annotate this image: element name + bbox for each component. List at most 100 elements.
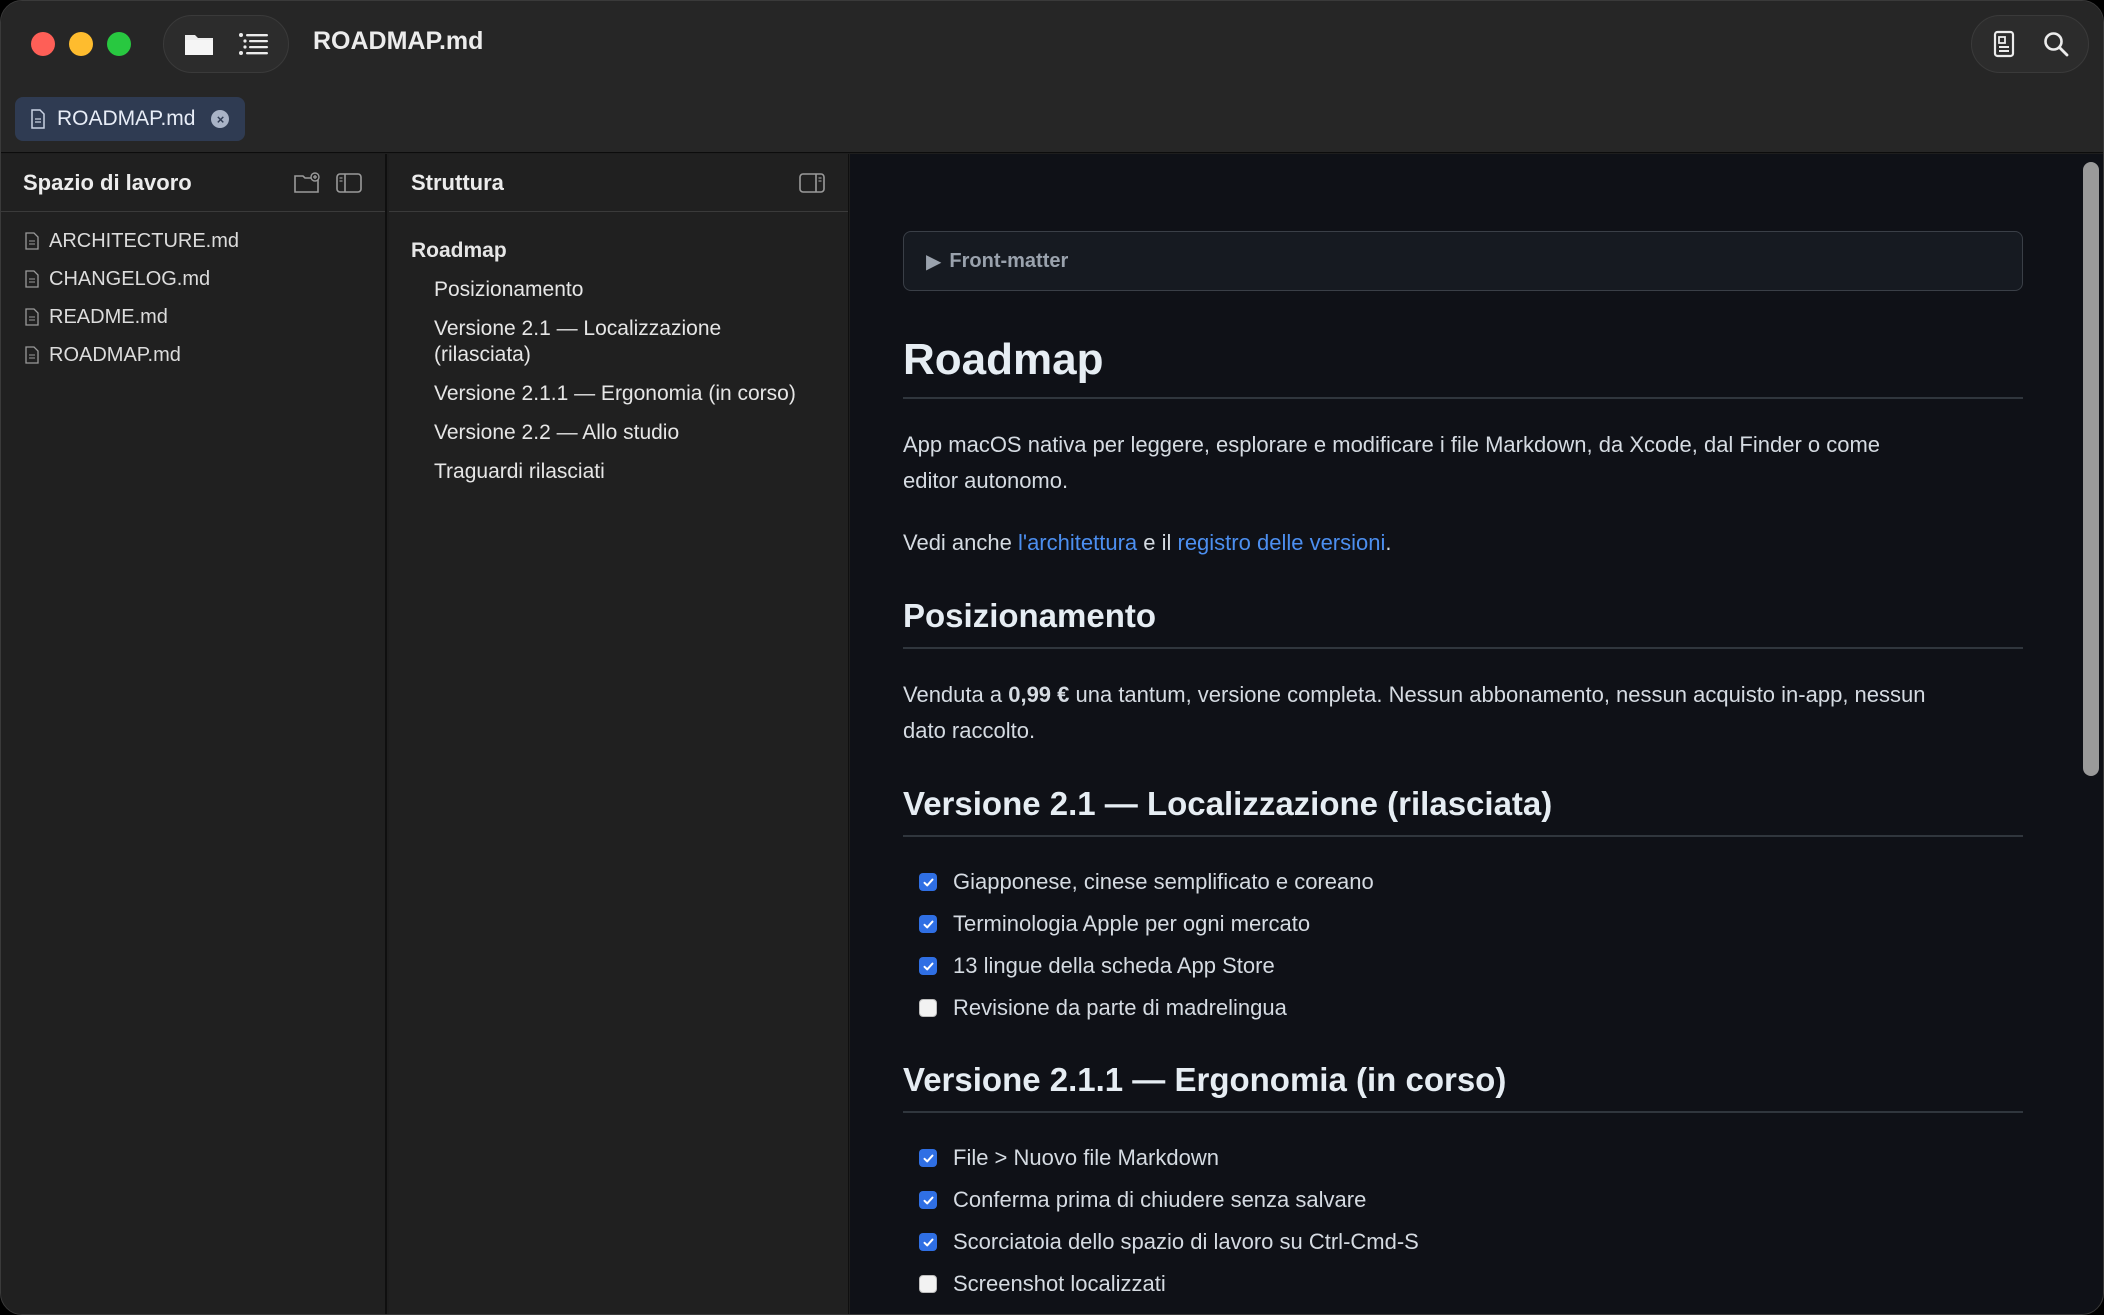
tab-label: ROADMAP.md (57, 107, 196, 130)
task-list-v21: Giapponese, cinese semplificato e corean… (903, 861, 2023, 1029)
close-window-button[interactable] (31, 32, 55, 56)
front-matter-disclosure[interactable]: ▶ Front-matter (903, 231, 2023, 291)
heading-versione-2-1-1: Versione 2.1.1 — Ergonomia (in corso) (903, 1061, 2023, 1113)
heading-roadmap: Roadmap (903, 335, 2023, 399)
task-checkbox[interactable] (919, 915, 937, 933)
price-text: 0,99 € (1008, 682, 1070, 707)
toolbar-left-group (163, 15, 289, 73)
task-item: Giapponese, cinese semplificato e corean… (903, 861, 2023, 903)
scrollbar-thumb[interactable] (2083, 162, 2099, 776)
markdown-article: ▶ Front-matter Roadmap App macOS nativa … (903, 231, 2023, 1305)
task-list-v211: File > Nuovo file Markdown Conferma prim… (903, 1137, 2023, 1305)
heading-versione-2-1: Versione 2.1 — Localizzazione (rilasciat… (903, 785, 2023, 837)
task-checkbox[interactable] (919, 957, 937, 975)
intro-text-line1: App macOS nativa per leggere, esplorare … (903, 432, 1881, 457)
outline-item-versione-2-2[interactable]: Versione 2.2 — Allo studio (389, 407, 848, 446)
heading-posizionamento: Posizionamento (903, 597, 2023, 649)
toolbar-right-group (1971, 15, 2089, 73)
outline-item-roadmap[interactable]: Roadmap (389, 226, 848, 264)
document-icon (25, 270, 39, 288)
see-also-prefix: Vedi anche (903, 530, 1018, 555)
positioning-prefix: Venduta a (903, 682, 1009, 707)
toggle-workspace-button[interactable] (175, 20, 223, 68)
task-checkbox[interactable] (919, 1275, 937, 1293)
task-label: Revisione da parte di madrelingua (953, 995, 1287, 1020)
task-item: Conferma prima di chiudere senza salvare (903, 1179, 2023, 1221)
task-label: Scorciatoia dello spazio di lavoro su Ct… (953, 1229, 1419, 1254)
vertical-scrollbar[interactable] (2083, 162, 2099, 1312)
file-item[interactable]: ROADMAP.md (1, 336, 385, 374)
checkmark-icon (923, 1196, 933, 1204)
outline-title: Struttura (411, 169, 504, 195)
document-icon (25, 308, 39, 326)
window-title: ROADMAP.md (313, 27, 484, 55)
sidebar-left-icon[interactable] (335, 171, 363, 195)
document-view[interactable]: ▶ Front-matter Roadmap App macOS nativa … (850, 154, 2103, 1314)
outline-panel: Struttura Roadmap Posizionamento Version… (389, 154, 849, 1314)
disclosure-triangle-icon: ▶ (926, 250, 942, 273)
see-also-paragraph: Vedi anche l'architettura e il registro … (903, 525, 2023, 561)
workspace-actions (293, 171, 363, 195)
task-checkbox[interactable] (919, 1233, 937, 1251)
list-outline-icon (239, 33, 268, 55)
workspace-sidebar: Spazio di lavoro ARCHITECTURE.md CHANGEL… (1, 154, 387, 1314)
task-label: Giapponese, cinese semplificato e corean… (953, 869, 1374, 894)
document-icon (25, 346, 39, 364)
search-icon (2044, 32, 2069, 57)
file-item[interactable]: README.md (1, 298, 385, 336)
checkmark-icon (923, 962, 933, 970)
intro-paragraph: App macOS nativa per leggere, esplorare … (903, 427, 2023, 499)
outline-item-versione-2-1-1[interactable]: Versione 2.1.1 — Ergonomia (in corso) (389, 368, 848, 407)
title-bar: ROADMAP.md (1, 1, 2103, 89)
checkmark-icon (923, 1238, 933, 1246)
task-item: Screenshot localizzati (903, 1263, 2023, 1305)
task-label: File > Nuovo file Markdown (953, 1145, 1219, 1170)
new-folder-icon[interactable] (293, 171, 321, 195)
search-button[interactable] (2032, 20, 2080, 68)
app-window: ROADMAP.md ROADMAP.md × Spazio di lavoro… (0, 0, 2104, 1315)
inspector-button[interactable] (1980, 20, 2028, 68)
checkmark-icon (923, 878, 933, 886)
document-inspector-icon (1993, 30, 2015, 58)
task-checkbox[interactable] (919, 1191, 937, 1209)
checkmark-icon (923, 920, 933, 928)
sidebar-right-icon[interactable] (798, 171, 826, 195)
tab-bar: ROADMAP.md × (1, 89, 2103, 153)
outline-item-label-continued: (rilasciata) (434, 343, 531, 366)
file-name: README.md (49, 305, 168, 328)
see-also-suffix: . (1385, 530, 1392, 555)
outline-header: Struttura (389, 154, 848, 212)
minimize-window-button[interactable] (69, 32, 93, 56)
folder-icon (185, 35, 213, 55)
task-checkbox[interactable] (919, 1149, 937, 1167)
architecture-link[interactable]: l'architettura (1018, 530, 1137, 555)
toggle-outline-button[interactable] (229, 20, 277, 68)
file-item[interactable]: ARCHITECTURE.md (1, 222, 385, 260)
task-item: Terminologia Apple per ogni mercato (903, 903, 2023, 945)
see-also-middle: e il (1137, 530, 1178, 555)
changelog-link[interactable]: registro delle versioni (1178, 530, 1386, 555)
task-label: Screenshot localizzati (953, 1271, 1166, 1296)
positioning-paragraph: Venduta a 0,99 € una tantum, versione co… (903, 677, 2023, 749)
outline-item-posizionamento[interactable]: Posizionamento (389, 264, 848, 303)
workspace-header: Spazio di lavoro (1, 154, 385, 212)
tab-roadmap[interactable]: ROADMAP.md × (15, 97, 245, 141)
outline-item-traguardi[interactable]: Traguardi rilasciati (389, 446, 848, 485)
workspace-title: Spazio di lavoro (23, 169, 192, 195)
outline-item-versione-2-1[interactable]: Versione 2.1 — Localizzazione (rilasciat… (389, 303, 848, 368)
task-checkbox[interactable] (919, 873, 937, 891)
task-item: 13 lingue della scheda App Store (903, 945, 2023, 987)
task-checkbox[interactable] (919, 999, 937, 1017)
file-item[interactable]: CHANGELOG.md (1, 260, 385, 298)
task-item: Scorciatoia dello spazio di lavoro su Ct… (903, 1221, 2023, 1263)
close-tab-icon[interactable]: × (211, 110, 230, 128)
document-icon (29, 109, 47, 129)
file-list: ARCHITECTURE.md CHANGELOG.md README.md R… (1, 212, 385, 374)
task-item: Revisione da parte di madrelingua (903, 987, 2023, 1029)
outline-list: Roadmap Posizionamento Versione 2.1 — Lo… (389, 212, 848, 485)
front-matter-label: Front-matter (949, 249, 1069, 272)
file-name: CHANGELOG.md (49, 267, 211, 290)
outline-item-label: Versione 2.1 — Localizzazione (434, 317, 722, 340)
positioning-line2: dato raccolto. (903, 718, 1036, 743)
zoom-window-button[interactable] (107, 32, 131, 56)
